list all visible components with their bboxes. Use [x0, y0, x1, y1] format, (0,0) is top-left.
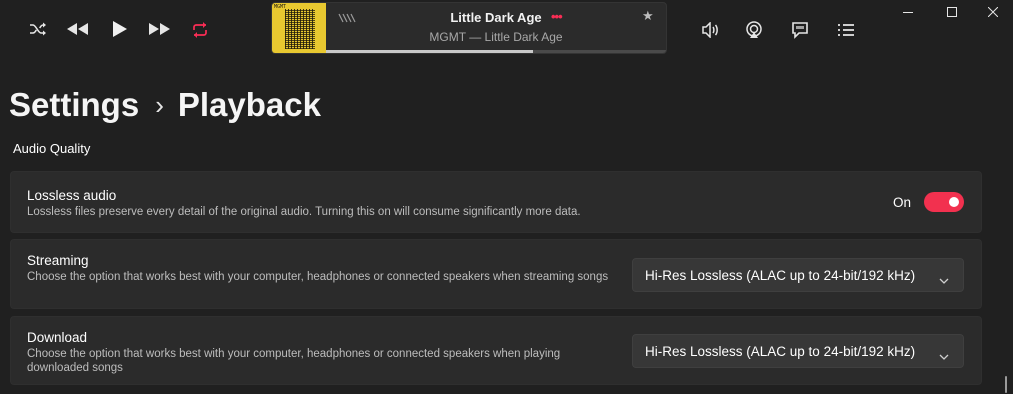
chevron-down-icon	[939, 347, 949, 365]
lossless-description: Lossless files preserve every detail of …	[27, 206, 581, 218]
playback-progress-bar[interactable]	[326, 50, 666, 53]
repeat-icon[interactable]	[190, 20, 210, 40]
lossless-audio-card: Lossless audio Lossless files preserve e…	[10, 171, 982, 233]
more-options-icon[interactable]: •••	[551, 9, 563, 24]
breadcrumb: Settings › Playback	[9, 86, 321, 124]
download-selected-value: Hi-Res Lossless (ALAC up to 24-bit/192 k…	[645, 344, 916, 359]
player-bar: MGMT Little Dark Age ••• ★ MGMT — Little…	[0, 0, 1013, 60]
track-subtitle: MGMT — Little Dark Age	[429, 30, 563, 44]
star-icon[interactable]: ★	[642, 8, 654, 24]
streaming-card: Streaming Choose the option that works b…	[10, 239, 982, 309]
next-icon[interactable]	[147, 20, 171, 38]
lossless-state-label: On	[892, 195, 911, 210]
now-playing-panel[interactable]: MGMT Little Dark Age ••• ★ MGMT — Little…	[271, 2, 667, 54]
streaming-description: Choose the option that works best with y…	[27, 271, 609, 283]
minimize-icon[interactable]	[885, 0, 931, 24]
download-quality-select[interactable]: Hi-Res Lossless (ALAC up to 24-bit/192 k…	[632, 334, 964, 368]
shuffle-icon[interactable]	[28, 20, 48, 38]
airplay-icon[interactable]	[743, 19, 765, 41]
chevron-down-icon	[939, 271, 949, 289]
lossless-toggle[interactable]	[924, 192, 964, 212]
maximize-icon[interactable]	[929, 0, 975, 24]
previous-icon[interactable]	[66, 20, 90, 38]
streaming-title: Streaming	[27, 253, 89, 268]
breadcrumb-settings-link[interactable]: Settings	[9, 86, 139, 124]
playback-progress-fill	[326, 50, 534, 53]
breadcrumb-separator-icon: ›	[155, 89, 164, 120]
streaming-selected-value: Hi-Res Lossless (ALAC up to 24-bit/192 k…	[645, 268, 916, 283]
close-icon[interactable]	[973, 0, 1013, 24]
download-card: Download Choose the option that works be…	[10, 316, 982, 385]
lyrics-icon[interactable]	[789, 19, 811, 41]
album-art: MGMT	[272, 3, 326, 53]
toggle-knob	[949, 197, 959, 207]
streaming-quality-select[interactable]: Hi-Res Lossless (ALAC up to 24-bit/192 k…	[632, 258, 964, 292]
volume-icon[interactable]	[700, 20, 720, 40]
section-title: Audio Quality	[13, 141, 91, 156]
scrollbar-thumb[interactable]	[1005, 376, 1007, 393]
play-icon[interactable]	[110, 18, 130, 40]
page-title: Playback	[177, 86, 321, 123]
download-description: Choose the option that works best with y…	[27, 348, 561, 374]
queue-icon[interactable]	[835, 20, 857, 40]
track-title: Little Dark Age	[450, 10, 542, 25]
lossless-title: Lossless audio	[27, 188, 117, 203]
download-title: Download	[27, 330, 88, 345]
